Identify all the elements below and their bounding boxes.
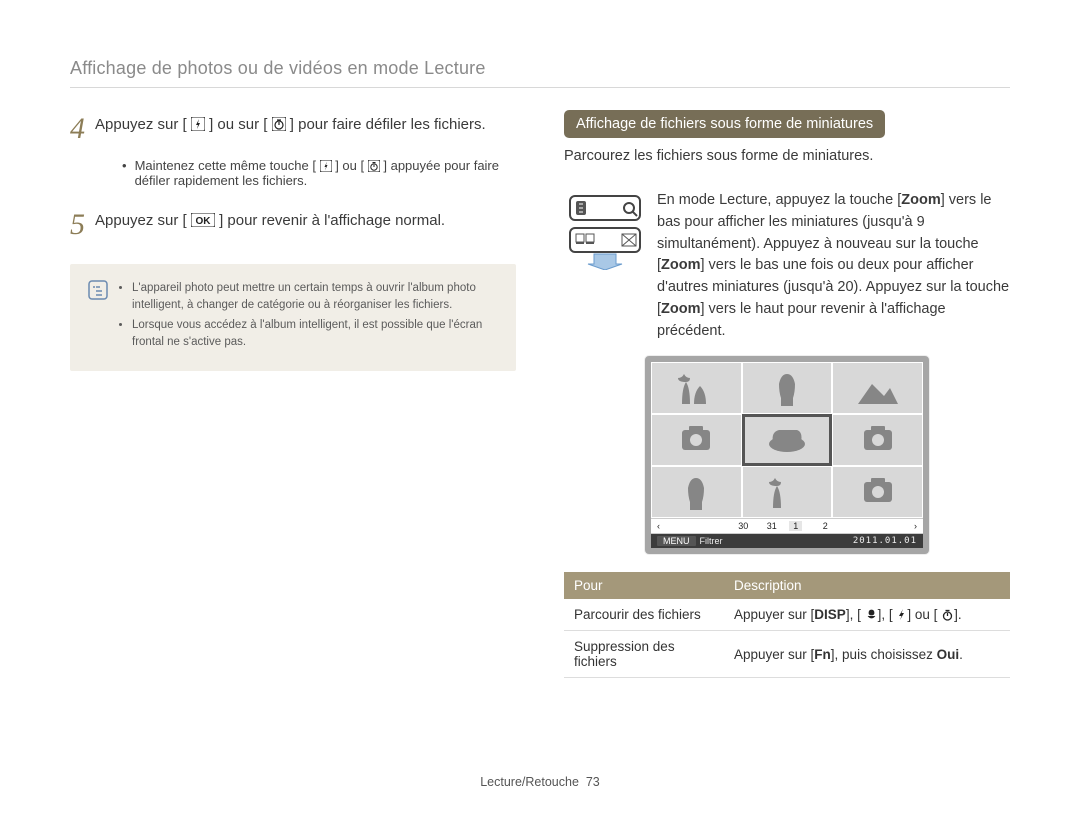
- flash-icon: [896, 608, 907, 621]
- cell-desc: Appuyer sur [DISP], [ ], [ ] ou [ ].: [724, 599, 1010, 631]
- ok-icon: OK: [191, 213, 215, 227]
- info-icon: [88, 280, 110, 355]
- timer-icon: [941, 608, 954, 621]
- note-item: L'appareil photo peut mettre un certain …: [132, 280, 498, 313]
- fn-label: Fn: [814, 647, 831, 662]
- thumb-cell: [742, 362, 833, 414]
- timer-icon: [272, 117, 286, 131]
- thumbnail-screen-illustration: ‹ 30 31 1 2 › MENU Filtrer 2011.01.: [564, 356, 1010, 554]
- chevron-right-icon: ›: [914, 521, 917, 531]
- note-item: Lorsque vous accédez à l'album intellige…: [132, 317, 498, 350]
- step-number: 5: [70, 210, 85, 240]
- left-column: 4 Appuyez sur [ ] ou sur [ ] pour faire …: [70, 110, 516, 678]
- step-text: Appuyez sur [ OK ] pour revenir à l'affi…: [95, 210, 445, 232]
- oui-label: Oui: [937, 647, 960, 662]
- step-4-sub: • Maintenez cette même touche [ ] ou [ ]…: [122, 158, 516, 188]
- step-text: Appuyez sur [ ] ou sur [ ] pour faire dé…: [95, 114, 486, 136]
- zoom-label: Zoom: [901, 192, 940, 208]
- zoom-lever-illustration: [564, 190, 649, 275]
- cell-action: Suppression des fichiers: [564, 631, 724, 678]
- th-description: Description: [724, 572, 1010, 599]
- thumb-menu-bar: MENU Filtrer 2011.01.01: [651, 533, 923, 548]
- bullet-icon: •: [122, 158, 127, 188]
- text: ] ou [: [907, 607, 937, 622]
- date-label: 2011.01.01: [853, 536, 917, 546]
- day-num: 31: [767, 521, 777, 531]
- text: ], [: [846, 607, 861, 622]
- zoom-row: En mode Lecture, appuyez la touche [Zoom…: [564, 190, 1010, 342]
- step-5: 5 Appuyez sur [ OK ] pour revenir à l'af…: [70, 210, 516, 240]
- filter-label: Filtrer: [700, 536, 723, 546]
- page-footer: Lecture/Retouche 73: [0, 775, 1080, 789]
- thumb-cell: [832, 362, 923, 414]
- table-row: Suppression des fichiers Appuyer sur [Fn…: [564, 631, 1010, 678]
- text: Appuyer sur [: [734, 647, 814, 662]
- flash-icon: [191, 117, 205, 131]
- step-4: 4 Appuyez sur [ ] ou sur [ ] pour faire …: [70, 114, 516, 144]
- text: ] pour faire défiler les fichiers.: [290, 116, 486, 133]
- th-pour: Pour: [564, 572, 724, 599]
- text: ] vers le haut pour revenir à l'affichag…: [657, 301, 946, 339]
- cell-action: Parcourir des fichiers: [564, 599, 724, 631]
- thumb-cell: [651, 466, 742, 518]
- thumb-cell: [651, 362, 742, 414]
- section-pill: Affichage de fichiers sous forme de mini…: [564, 110, 885, 138]
- table-row: Parcourir des fichiers Appuyer sur [DISP…: [564, 599, 1010, 631]
- macro-icon: [865, 608, 878, 621]
- text: Maintenez cette même touche [: [135, 158, 316, 173]
- flash-icon: [320, 160, 332, 172]
- thumb-date-bar: ‹ 30 31 1 2 ›: [651, 518, 923, 533]
- text: ], puis choisissez: [831, 647, 937, 662]
- text: Appuyer sur [: [734, 607, 814, 622]
- thumb-cell: [742, 466, 833, 518]
- footer-section: Lecture/Retouche: [480, 775, 579, 789]
- text: ] pour revenir à l'affichage normal.: [219, 212, 445, 229]
- step-number: 4: [70, 114, 85, 144]
- thumb-cell: [832, 466, 923, 518]
- text: Appuyez sur [: [95, 212, 187, 229]
- timer-icon: [368, 160, 380, 172]
- svg-text:OK: OK: [195, 216, 211, 227]
- day-num: 2: [823, 521, 828, 531]
- disp-label: DISP: [814, 607, 846, 622]
- text: ] ou [: [335, 158, 364, 173]
- footer-page: 73: [586, 775, 600, 789]
- thumb-cell: [651, 414, 742, 466]
- text: ], [: [878, 607, 893, 622]
- text: En mode Lecture, appuyez la touche [: [657, 192, 901, 208]
- zoom-label: Zoom: [661, 257, 700, 273]
- text: .: [959, 647, 963, 662]
- text: Appuyez sur [: [95, 116, 187, 133]
- thumb-cell-selected: [742, 414, 833, 466]
- menu-chip: MENU: [657, 536, 696, 546]
- page-title: Affichage de photos ou de vidéos en mode…: [70, 58, 1010, 79]
- divider: [70, 87, 1010, 88]
- text: ] ou sur [: [209, 116, 267, 133]
- zoom-label: Zoom: [661, 301, 700, 317]
- right-column: Affichage de fichiers sous forme de mini…: [564, 110, 1010, 678]
- intro-text: Parcourez les fichiers sous forme de min…: [564, 148, 1010, 164]
- day-num-selected: 1: [789, 521, 802, 531]
- day-num: 30: [738, 521, 748, 531]
- thumb-cell: [832, 414, 923, 466]
- zoom-text: En mode Lecture, appuyez la touche [Zoom…: [657, 190, 1010, 342]
- text: ].: [954, 607, 962, 622]
- cell-desc: Appuyer sur [Fn], puis choisissez Oui.: [724, 631, 1010, 678]
- note-box: L'appareil photo peut mettre un certain …: [70, 264, 516, 371]
- action-table: Pour Description Parcourir des fichiers …: [564, 572, 1010, 678]
